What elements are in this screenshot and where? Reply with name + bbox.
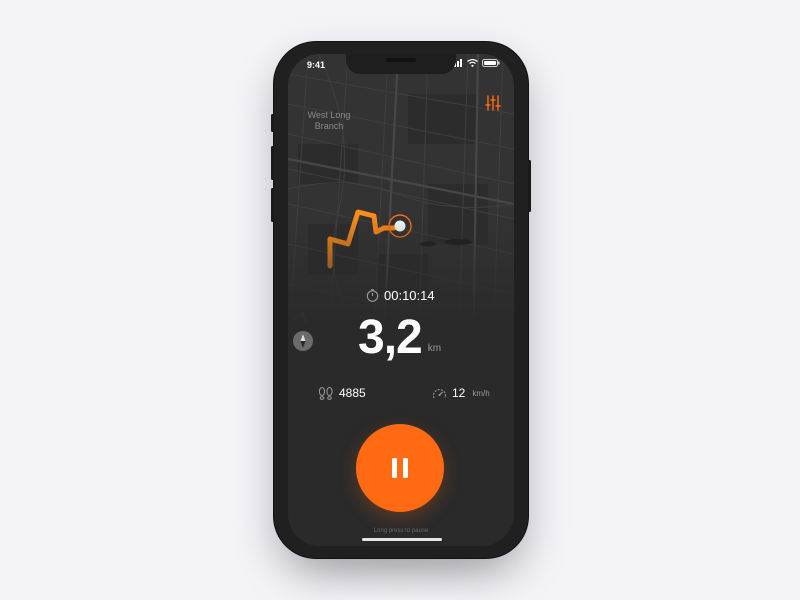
timer-value: 00:10:14: [384, 288, 435, 303]
run-timer: 00:10:14: [366, 288, 435, 303]
compass-icon: [300, 334, 306, 348]
settings-button[interactable]: [484, 94, 502, 112]
distance-unit: km: [427, 343, 442, 354]
map-place-label: West Long Branch: [307, 110, 351, 131]
earpiece-speaker: [386, 58, 416, 62]
device-notch: [346, 54, 456, 74]
speed-value: 12: [452, 386, 466, 400]
pause-button[interactable]: [356, 424, 444, 512]
speedometer-icon: [432, 388, 447, 398]
distance-display: 3,2 km: [358, 312, 441, 364]
pause-icon: [392, 458, 408, 478]
distance-value: 3,2: [358, 311, 423, 364]
steps-stat: 4885: [318, 386, 366, 400]
volume-up-button: [271, 146, 274, 180]
steps-value: 4885: [339, 386, 366, 400]
pause-hint-text: Long press to pause: [373, 528, 429, 534]
app-screen: West Long Branch 9:41 00:10:14 3,2 km 48…: [288, 54, 514, 546]
mute-switch: [271, 114, 274, 132]
home-indicator[interactable]: [362, 538, 442, 541]
status-time: 9:41: [307, 60, 326, 70]
stopwatch-icon: [366, 289, 379, 302]
footprints-icon: [318, 386, 333, 400]
compass-button[interactable]: [293, 331, 313, 351]
speed-unit: km/h: [472, 388, 490, 398]
volume-down-button: [271, 188, 274, 222]
power-button: [528, 160, 531, 212]
speed-stat: 12 km/h: [432, 386, 490, 400]
wifi-icon: [467, 59, 478, 67]
battery-icon: [482, 59, 500, 67]
phone-frame: West Long Branch 9:41 00:10:14 3,2 km 48…: [271, 42, 531, 558]
sliders-icon: [485, 95, 501, 111]
